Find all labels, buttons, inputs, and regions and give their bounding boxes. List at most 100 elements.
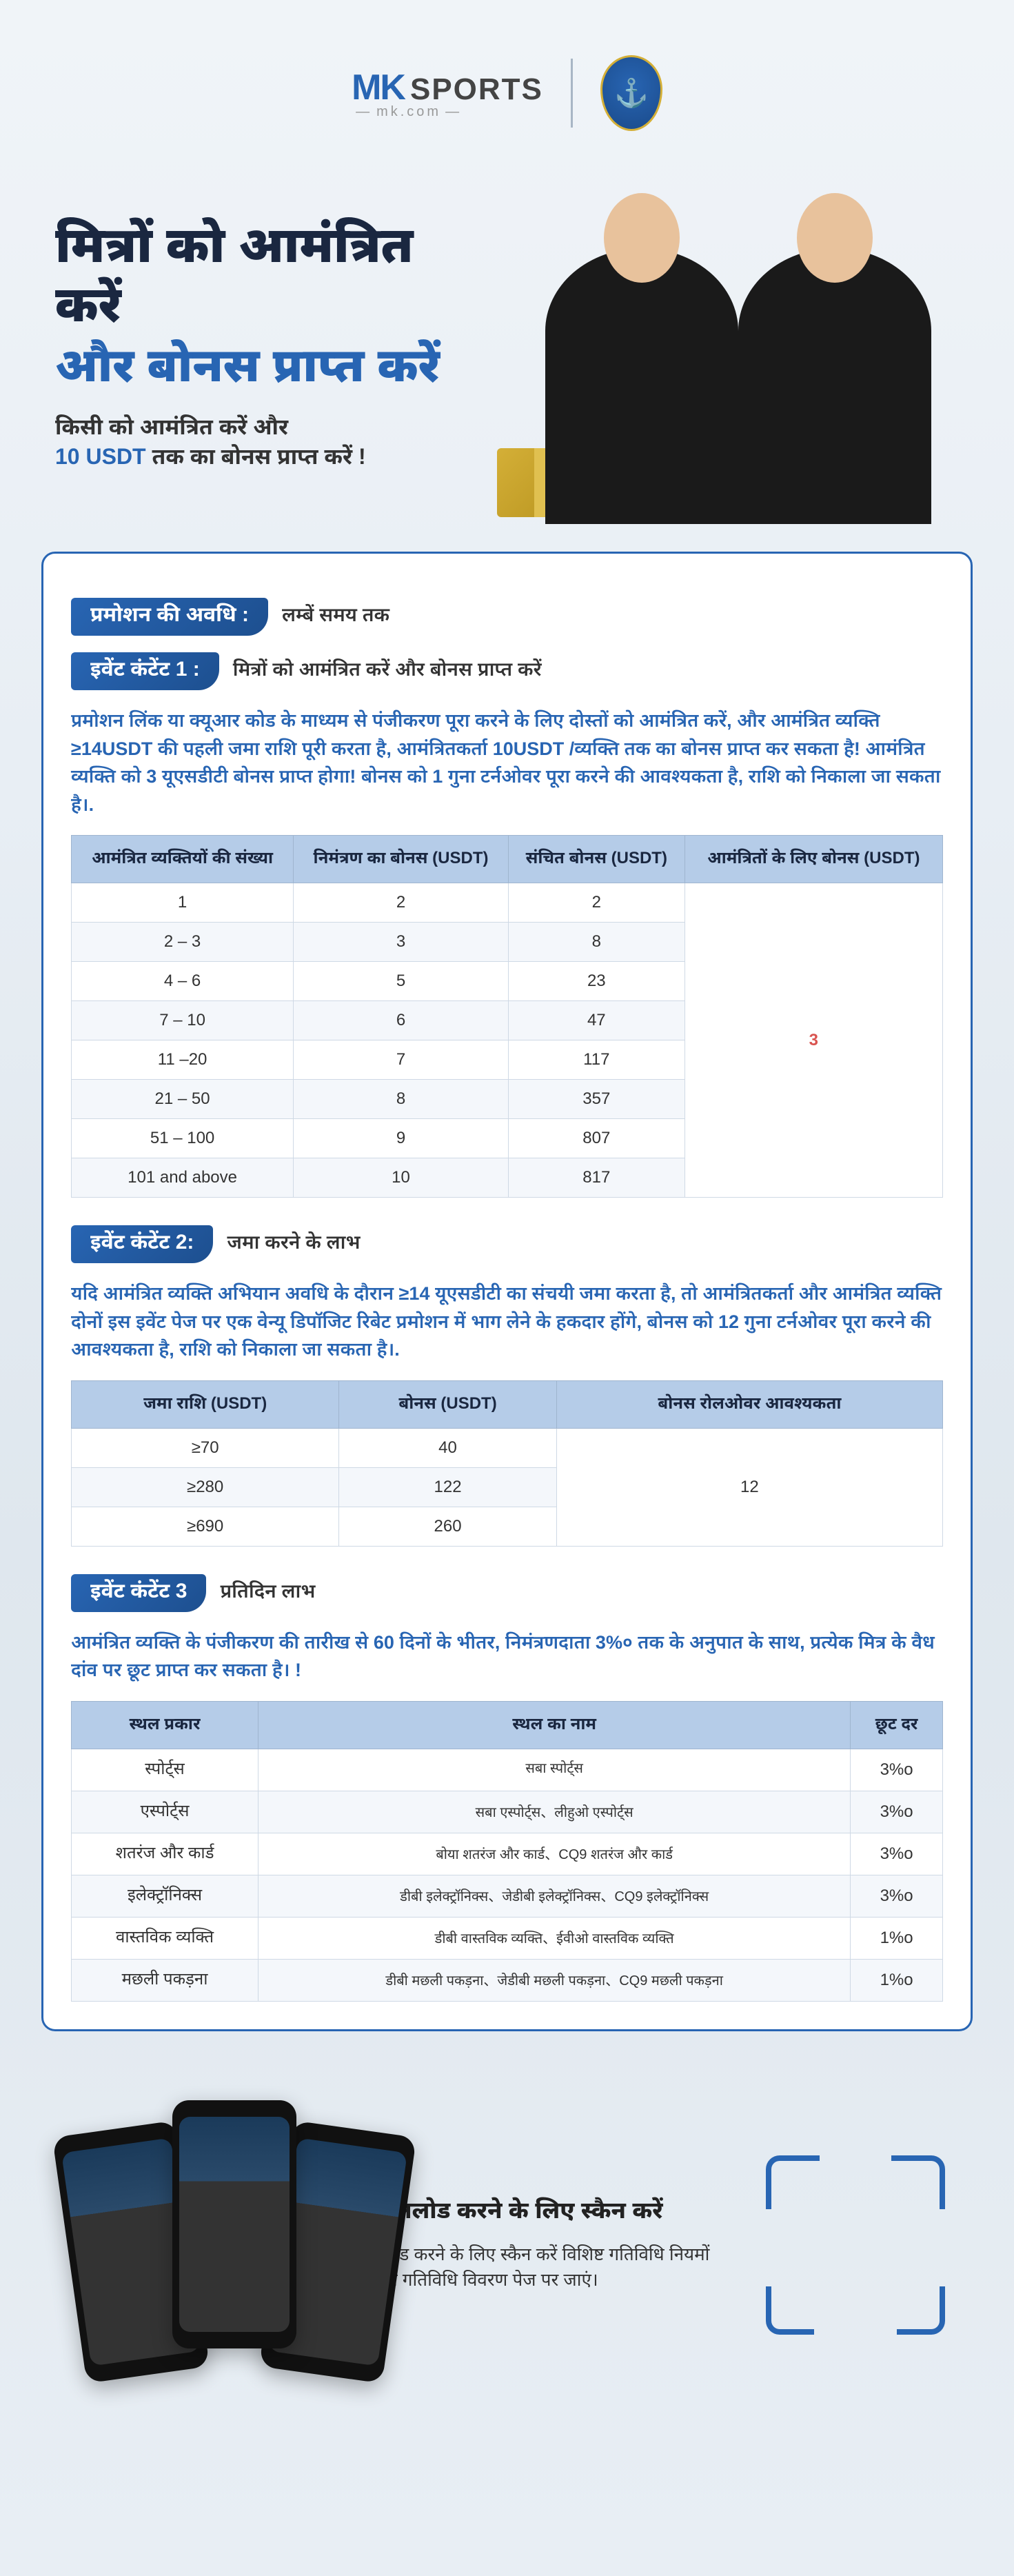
brand-sports: SPORTS [410,72,543,107]
table-cell: 807 [508,1119,685,1158]
brand-logo: MK SPORTS mk.com [352,67,543,120]
table-header: आमंत्रित व्यक्तियों की संख्या [72,836,294,883]
promo-card: प्रमोशन की अवधि : लम्बें समय तक इवेंट कं… [41,552,973,2031]
table-cell: सबा स्पोर्ट्स [258,1749,851,1791]
table-cell: 101 and above [72,1158,294,1198]
brand-header: MK SPORTS mk.com [0,34,1014,165]
table-header: जमा राशि (USDT) [72,1380,339,1428]
table-cell: 10 [294,1158,509,1198]
event1-value: मित्रों को आमंत्रित करें और बोनस प्राप्त… [233,658,542,684]
table-cell: 357 [508,1080,685,1119]
table-cell: 3 [294,923,509,962]
table-cell: 40 [339,1428,557,1467]
table-cell: 3%o [851,1791,943,1833]
table-cell: 817 [508,1158,685,1198]
event2-table: जमा राशि (USDT)बोनस (USDT)बोनस रोलओवर आव… [71,1380,943,1547]
club-crest-icon [600,55,662,131]
table-cell: डीबी मछली पकड़ना、जेडीबी मछली पकड़ना、CQ9 … [258,1959,851,2001]
table-cell: 2 – 3 [72,923,294,962]
table-cell: बोया शतरंज और कार्ड、CQ9 शतरंज और कार्ड [258,1833,851,1875]
table-cell: 8 [294,1080,509,1119]
brand-mk: MK [352,67,405,108]
brand-domain: mk.com [352,104,466,120]
hero-title-2: और बोनस प्राप्त करें [55,338,490,394]
table-row: वास्तविक व्यक्तिडीबी वास्तविक व्यक्ति、ईव… [72,1917,943,1959]
table-cell: स्पोर्ट्स [72,1749,258,1791]
table-row: 1223 [72,883,943,923]
table-cell: डीबी वास्तविक व्यक्ति、ईवीओ वास्तविक व्यक… [258,1917,851,1959]
table-header: स्थल का नाम [258,1701,851,1749]
table-cell: 3%o [851,1749,943,1791]
hero-subtitle-suffix: तक का बोनस प्राप्त करें ! [152,444,365,469]
event2-body: यदि आमंत्रित व्यक्ति अभियान अवधि के दौरा… [71,1280,943,1364]
promo-period-label: प्रमोशन की अवधि : [71,598,268,636]
hero-subtitle-prefix: किसी को आमंत्रित करें और [55,414,288,439]
table-cell: 6 [294,1001,509,1040]
table-cell: एस्पोर्ट्स [72,1791,258,1833]
table-cell: 51 – 100 [72,1119,294,1158]
table-header: संचित बोनस (USDT) [508,836,685,883]
table-row: मछली पकड़नाडीबी मछली पकड़ना、जेडीबी मछली … [72,1959,943,2001]
table-header: स्थल प्रकार [72,1701,258,1749]
promo-period-value: लम्बें समय तक [282,604,389,630]
table-cell: 1 [72,883,294,923]
table-header: बोनस रोलओवर आवश्यकता [556,1380,942,1428]
table-cell: 1%o [851,1959,943,2001]
person-celebrating-icon [545,248,738,524]
table-header: आमंत्रितों के लिए बोनस (USDT) [685,836,942,883]
table-header: बोनस (USDT) [339,1380,557,1428]
person-with-money-icon [738,248,931,524]
table-cell: 9 [294,1119,509,1158]
event3-label: इवेंट कंटेंट 3 [71,1574,206,1612]
table-cell: 5 [294,962,509,1001]
table-cell: वास्तविक व्यक्ति [72,1917,258,1959]
table-cell: 122 [339,1467,557,1507]
event3-table: स्थल प्रकारस्थल का नामछूट दर स्पोर्ट्ससब… [71,1701,943,2002]
table-cell: सबा एस्पोर्ट्स、लीहुओ एस्पोर्ट्स [258,1791,851,1833]
app-screenshots [69,2100,267,2390]
table-cell: 23 [508,962,685,1001]
hero-subtitle: किसी को आमंत्रित करें और 10 USDT तक का ब… [55,414,490,474]
table-cell: 2 [508,883,685,923]
event1-body: प्रमोशन लिंक या क्यूआर कोड के माध्यम से … [71,707,943,818]
table-cell: इलेक्ट्रॉनिक्स [72,1875,258,1917]
table-row: एस्पोर्ट्ससबा एस्पोर्ट्स、लीहुओ एस्पोर्ट्… [72,1791,943,1833]
table-header: निमंत्रण का बोनस (USDT) [294,836,509,883]
table-cell: 3%o [851,1875,943,1917]
table-cell: 7 – 10 [72,1001,294,1040]
phone-mockup-icon [172,2100,296,2348]
invitee-bonus-cell: 3 [685,883,942,1198]
event3-value: प्रतिदिन लाभ [220,1580,315,1606]
hero-title-1: मित्रों को आमंत्रित करें [55,216,490,335]
event2-value: जमा करने के लाभ [227,1231,360,1257]
table-row: स्पोर्ट्ससबा स्पोर्ट्स3%o [72,1749,943,1791]
table-cell: 21 – 50 [72,1080,294,1119]
table-row: शतरंज और कार्डबोया शतरंज और कार्ड、CQ9 शत… [72,1833,943,1875]
rollover-cell: 12 [556,1428,942,1546]
event3-body: आमंत्रित व्यक्ति के पंजीकरण की तारीख से … [71,1629,943,1684]
table-cell: 7 [294,1040,509,1080]
table-cell: शतरंज और कार्ड [72,1833,258,1875]
event2-label: इवेंट कंटेंट 2: [71,1225,213,1263]
table-cell: ≥690 [72,1507,339,1546]
table-cell: 11 –20 [72,1040,294,1080]
table-cell: मछली पकड़ना [72,1959,258,2001]
table-cell: 2 [294,883,509,923]
event1-table: आमंत्रित व्यक्तियों की संख्यानिमंत्रण का… [71,835,943,1198]
table-cell: डीबी इलेक्ट्रॉनिक्स、जेडीबी इलेक्ट्रॉनिक्… [258,1875,851,1917]
table-cell: 47 [508,1001,685,1040]
table-header: छूट दर [851,1701,943,1749]
header-divider [571,59,573,128]
hero-illustration [490,165,959,524]
table-row: इलेक्ट्रॉनिक्सडीबी इलेक्ट्रॉनिक्स、जेडीबी… [72,1875,943,1917]
hero-subtitle-accent: 10 USDT [55,444,146,469]
table-cell: ≥70 [72,1428,339,1467]
table-cell: 1%o [851,1917,943,1959]
hero-section: मित्रों को आमंत्रित करें और बोनस प्राप्त… [0,165,1014,524]
event1-label: इवेंट कंटेंट 1 : [71,652,219,690]
table-cell: 4 – 6 [72,962,294,1001]
table-row: ≥704012 [72,1428,943,1467]
table-cell: 3%o [851,1833,943,1875]
qr-scan-frame [766,2155,945,2335]
table-cell: ≥280 [72,1467,339,1507]
